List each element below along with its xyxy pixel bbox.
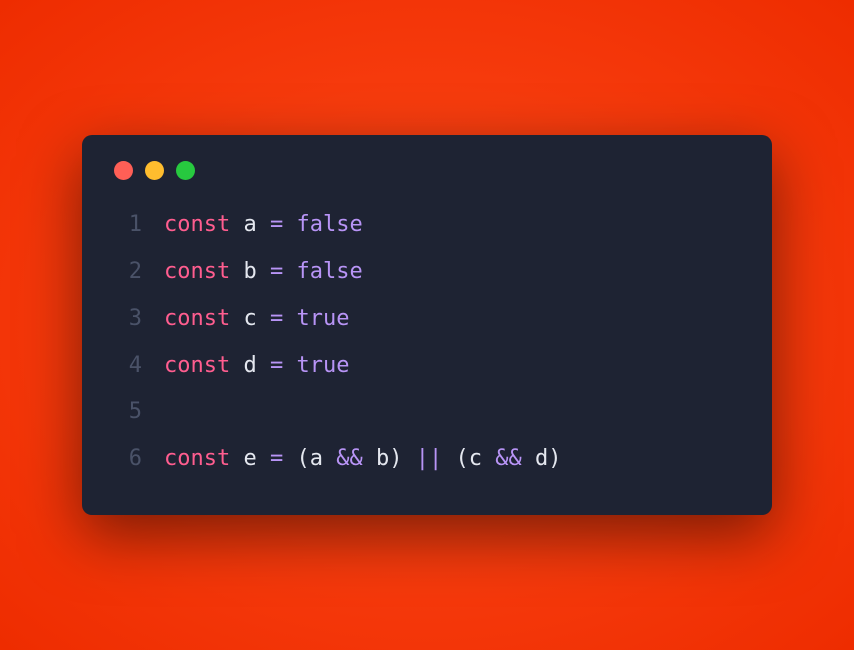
code-line[interactable]: 1 const a = false: [114, 210, 740, 241]
line-number: 4: [114, 351, 142, 382]
line-number: 1: [114, 210, 142, 241]
code-line[interactable]: 3 const c = true: [114, 304, 740, 335]
code-editor-window: 1 const a = false 2 const b = false 3 const c…: [82, 135, 772, 515]
maximize-icon[interactable]: [176, 161, 195, 180]
code-area[interactable]: 1 const a = false 2 const b = false 3 const c…: [114, 210, 740, 475]
line-content[interactable]: [164, 397, 177, 428]
line-number: 3: [114, 304, 142, 335]
window-titlebar: [114, 161, 740, 180]
code-line[interactable]: 4 const d = true: [114, 351, 740, 382]
line-number: 6: [114, 444, 142, 475]
line-content[interactable]: const e = (a && b) || (c && d): [164, 444, 561, 475]
line-content[interactable]: const a = false: [164, 210, 363, 241]
code-line[interactable]: 6 const e = (a && b) || (c && d): [114, 444, 740, 475]
line-content[interactable]: const d = true: [164, 351, 349, 382]
line-content[interactable]: const b = false: [164, 257, 363, 288]
close-icon[interactable]: [114, 161, 133, 180]
minimize-icon[interactable]: [145, 161, 164, 180]
line-number: 2: [114, 257, 142, 288]
line-number: 5: [114, 397, 142, 428]
code-line[interactable]: 5: [114, 397, 740, 428]
line-content[interactable]: const c = true: [164, 304, 349, 335]
code-line[interactable]: 2 const b = false: [114, 257, 740, 288]
